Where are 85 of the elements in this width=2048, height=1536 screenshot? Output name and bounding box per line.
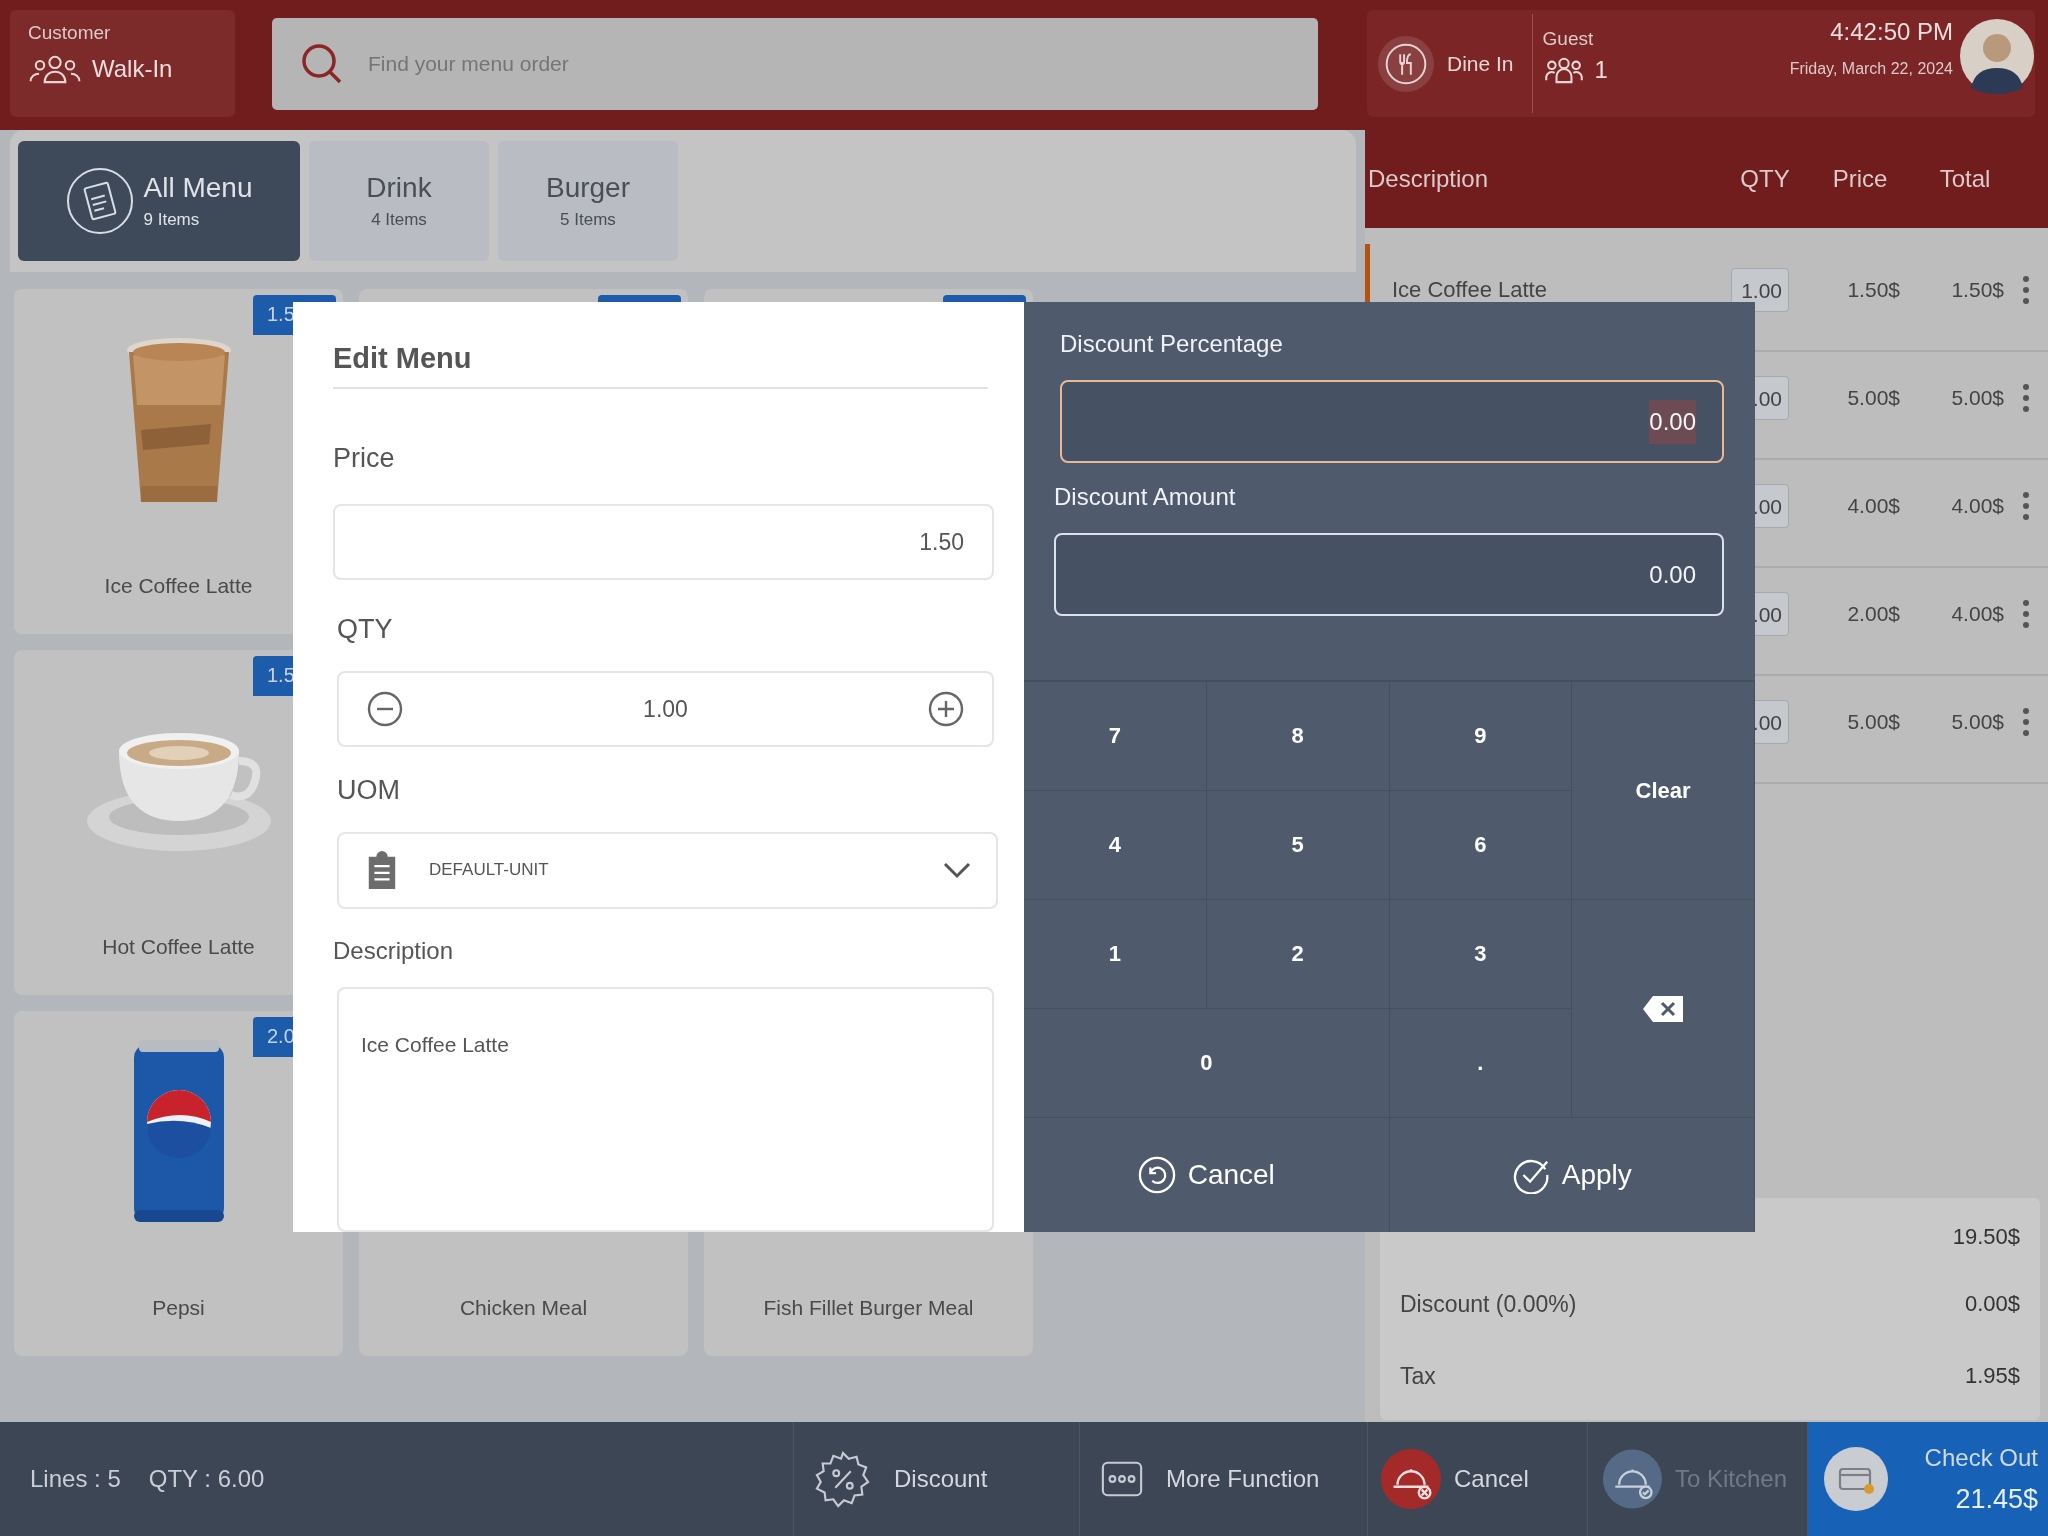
product-name: Ice Coffee Latte bbox=[104, 574, 253, 598]
clear-key[interactable]: Clear bbox=[1572, 682, 1755, 900]
checkout-amount: 21.45$ bbox=[1955, 1483, 2038, 1515]
dialog-title: Edit Menu bbox=[333, 342, 988, 389]
discount-field[interactable]: 0.00 bbox=[1054, 533, 1724, 616]
category-tab[interactable]: All Menu 9 Items bbox=[18, 141, 300, 261]
summary-value: 0.00$ bbox=[1964, 1291, 2020, 1317]
item-price: 4.00$ bbox=[1846, 494, 1901, 518]
item-price: 5.00$ bbox=[1846, 710, 1901, 734]
discount-icon bbox=[814, 1450, 872, 1508]
checkout-button[interactable]: Check Out 21.45$ bbox=[1807, 1422, 2048, 1536]
product-name: Pepsi bbox=[152, 1296, 205, 1320]
category-tab[interactable]: Burger 5 Items bbox=[498, 141, 678, 261]
column-header: Total bbox=[1938, 165, 1992, 193]
people-icon bbox=[28, 54, 82, 84]
lines-count: Lines : 5 bbox=[30, 1465, 121, 1493]
search-field[interactable]: Find your menu order bbox=[272, 18, 1318, 110]
plus-icon[interactable] bbox=[928, 691, 964, 728]
price-field[interactable]: 1.50 bbox=[333, 504, 994, 581]
quantity-field[interactable]: 1.00 bbox=[1731, 268, 1789, 312]
avatar-icon[interactable] bbox=[1959, 18, 2035, 94]
customer-panel[interactable]: Customer Walk-In bbox=[10, 10, 235, 117]
field-label: Discount Percentage bbox=[1060, 330, 1284, 358]
keypad-key[interactable]: 8 bbox=[1206, 682, 1390, 791]
cloche-cancel-icon bbox=[1380, 1448, 1442, 1510]
guests-icon bbox=[1542, 56, 1585, 84]
backspace-key[interactable] bbox=[1572, 900, 1755, 1118]
product-name: Fish Fillet Burger Meal bbox=[763, 1296, 974, 1320]
keypad-key[interactable]: 2 bbox=[1206, 900, 1390, 1009]
checkout-label: Check Out bbox=[1924, 1443, 2038, 1472]
unit-dropdown[interactable]: DEFAULT-UNIT bbox=[337, 832, 998, 909]
category-tab[interactable]: Drink 4 Items bbox=[309, 141, 489, 261]
keypad-key[interactable]: 3 bbox=[1389, 900, 1573, 1009]
customer-label: Customer bbox=[28, 22, 112, 44]
keypad-key[interactable]: 1 bbox=[1024, 900, 1207, 1009]
search-icon bbox=[300, 42, 344, 86]
minus-icon[interactable] bbox=[367, 691, 403, 728]
column-header: Price bbox=[1831, 165, 1889, 193]
product-name: Hot Coffee Latte bbox=[102, 935, 255, 959]
customer-name: Walk-In bbox=[92, 55, 173, 83]
undo-icon bbox=[1137, 1156, 1176, 1194]
description-field[interactable]: Ice Coffee Latte bbox=[337, 986, 994, 1232]
qty-total: QTY : 6.00 bbox=[148, 1465, 265, 1493]
keypad-key[interactable]: 7 bbox=[1024, 682, 1207, 791]
clock-time: 4:42:50 PM bbox=[1830, 18, 1953, 46]
card-icon bbox=[1824, 1447, 1888, 1511]
menu-book-icon bbox=[65, 167, 134, 235]
cloche-check-icon bbox=[1602, 1448, 1663, 1510]
item-total: 4.00$ bbox=[1950, 494, 2005, 518]
more-icon[interactable] bbox=[2021, 383, 2031, 413]
item-total: 1.50$ bbox=[1950, 278, 2005, 302]
keypad-key[interactable]: 6 bbox=[1389, 791, 1573, 900]
keypad-key[interactable]: 5 bbox=[1206, 791, 1390, 900]
more-icon[interactable] bbox=[2021, 707, 2031, 737]
quantity-field[interactable]: 1.00 bbox=[643, 695, 688, 723]
clock-date: Friday, March 22, 2024 bbox=[1789, 60, 1953, 78]
summary-label: Discount (0.00%) bbox=[1400, 1290, 1577, 1318]
discount-field[interactable]: 0.00 bbox=[1060, 380, 1724, 463]
column-header: Description bbox=[1368, 165, 1490, 193]
column-header: QTY bbox=[1739, 165, 1791, 193]
keypad-key[interactable]: 9 bbox=[1389, 682, 1573, 791]
item-description: Ice Coffee Latte bbox=[1392, 277, 1548, 303]
keypad-key[interactable]: . bbox=[1389, 1009, 1573, 1118]
more-icon[interactable] bbox=[2021, 491, 2031, 521]
product-name: Chicken Meal bbox=[459, 1296, 588, 1320]
item-price: 2.00$ bbox=[1846, 602, 1901, 626]
summary-label: Tax bbox=[1400, 1362, 1436, 1390]
dine-in-button[interactable]: Dine In bbox=[1367, 10, 1532, 117]
item-total: 4.00$ bbox=[1950, 602, 2005, 626]
more-icon[interactable] bbox=[2021, 275, 2031, 305]
more-icon[interactable] bbox=[2021, 599, 2031, 629]
guest-count: 1 bbox=[1594, 56, 1608, 84]
item-price: 1.50$ bbox=[1846, 278, 1901, 302]
field-label: Discount Amount bbox=[1054, 483, 1237, 511]
guest-label: Guest bbox=[1542, 28, 1595, 50]
item-total: 5.00$ bbox=[1950, 386, 2005, 410]
summary-value: 19.50$ bbox=[1952, 1224, 2020, 1250]
item-total: 5.00$ bbox=[1950, 710, 2005, 734]
chevron-down-icon bbox=[942, 860, 972, 881]
item-price: 5.00$ bbox=[1846, 386, 1901, 410]
keypad-key[interactable]: 4 bbox=[1024, 791, 1207, 900]
keypad-key[interactable]: 0 bbox=[1024, 1009, 1390, 1118]
backspace-icon bbox=[1641, 993, 1686, 1024]
cutlery-icon bbox=[1377, 34, 1435, 93]
summary-value: 1.95$ bbox=[1964, 1363, 2020, 1389]
